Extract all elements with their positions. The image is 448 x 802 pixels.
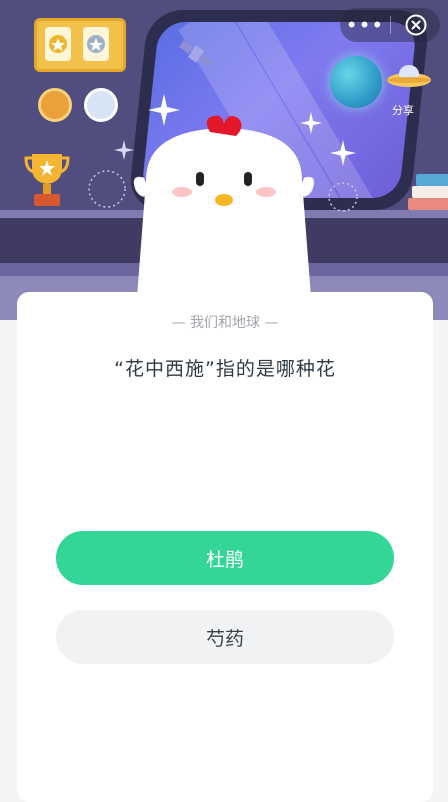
sparkle-icon <box>330 140 356 166</box>
satellite-icon <box>178 40 214 68</box>
more-dots-icon[interactable]: ••• <box>340 8 390 42</box>
award-frame <box>34 18 126 72</box>
dotted-circle <box>88 170 126 208</box>
quiz-card: — 我们和地球 — “花中西施”指的是哪种花 杜鹃 芍药 <box>17 292 433 802</box>
share-label[interactable]: 分享 <box>392 102 414 118</box>
dotted-circle <box>328 182 358 212</box>
header-illustration: 分享 <box>0 0 448 320</box>
quiz-question: “花中西施”指的是哪种花 <box>114 358 336 380</box>
share-ufo-icon[interactable] <box>386 62 432 92</box>
close-circle-icon[interactable] <box>391 8 440 42</box>
bronze-medal-icon <box>38 88 72 122</box>
answer-option-1[interactable]: 杜鹃 <box>56 531 394 585</box>
mini-program-capsule: ••• <box>340 8 440 42</box>
trophy-icon <box>24 154 70 206</box>
books-icon <box>408 174 448 210</box>
silver-medal-icon <box>84 88 118 122</box>
earth-icon <box>330 56 382 108</box>
quiz-category: — 我们和地球 — <box>171 315 279 331</box>
mascot-chicken <box>133 115 315 310</box>
answer-option-2[interactable]: 芍药 <box>56 610 394 664</box>
